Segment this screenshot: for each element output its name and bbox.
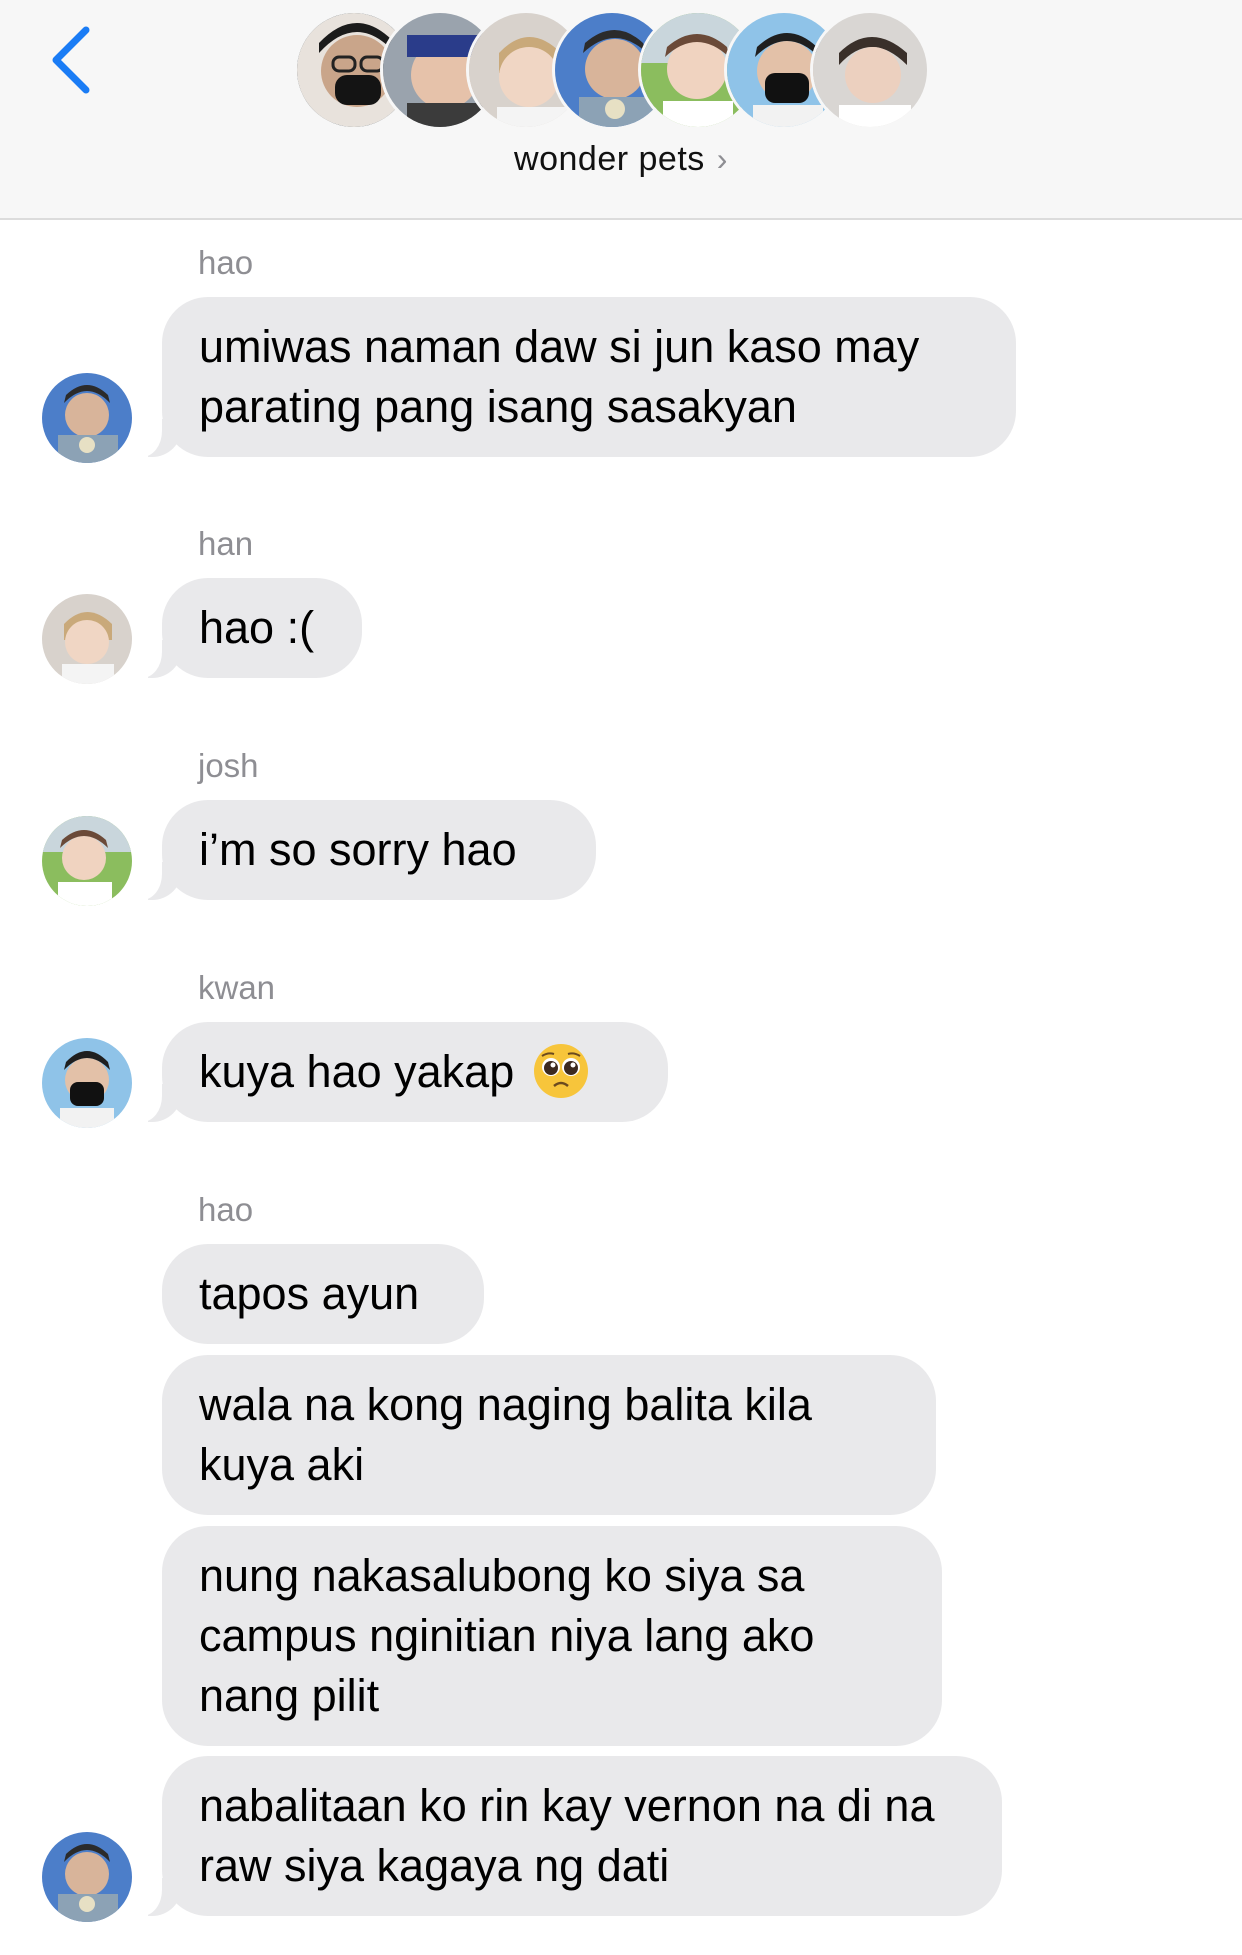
conversation-header: wonder pets › bbox=[0, 0, 1242, 220]
sender-avatar[interactable] bbox=[42, 816, 132, 906]
group-avatar-stack[interactable] bbox=[294, 10, 954, 132]
message-bubble[interactable]: umiwas naman daw si jun kaso may paratin… bbox=[132, 297, 1016, 457]
message-bubble[interactable]: wala na kong naging balita kila kuya aki bbox=[162, 1355, 936, 1515]
sender-name: hao bbox=[198, 244, 254, 281]
back-button[interactable] bbox=[38, 20, 108, 100]
group-title-label: wonder pets bbox=[514, 140, 705, 178]
pleading-face-emoji bbox=[534, 1044, 589, 1099]
group-title[interactable]: wonder pets › bbox=[0, 140, 1242, 179]
member-avatar bbox=[810, 10, 930, 130]
sender-avatar[interactable] bbox=[42, 1832, 132, 1922]
message-bubble[interactable]: nabalitaan ko rin kay vernon na di na ra… bbox=[132, 1756, 1002, 1916]
sender-name: hao bbox=[198, 1191, 254, 1228]
sender-avatar[interactable] bbox=[42, 594, 132, 684]
message-bubble[interactable]: nung nakasalubong ko siya sa campus ngin… bbox=[162, 1526, 942, 1746]
sender-avatar[interactable] bbox=[42, 373, 132, 463]
message-bubble[interactable]: tapos ayun bbox=[162, 1244, 484, 1344]
message-bubble[interactable]: kuya hao yakap bbox=[132, 1022, 668, 1122]
sender-avatar[interactable] bbox=[42, 1038, 132, 1128]
sender-name: kwan bbox=[198, 969, 276, 1006]
chevron-right-icon: › bbox=[716, 141, 728, 177]
message-bubble[interactable]: i’m so sorry hao bbox=[132, 800, 596, 900]
sender-name: josh bbox=[198, 747, 259, 784]
message-bubble[interactable]: hao :( bbox=[132, 578, 362, 678]
sender-name: han bbox=[198, 525, 254, 562]
message-text: kuya hao yakap bbox=[199, 1046, 515, 1097]
chevron-left-icon bbox=[52, 26, 90, 94]
